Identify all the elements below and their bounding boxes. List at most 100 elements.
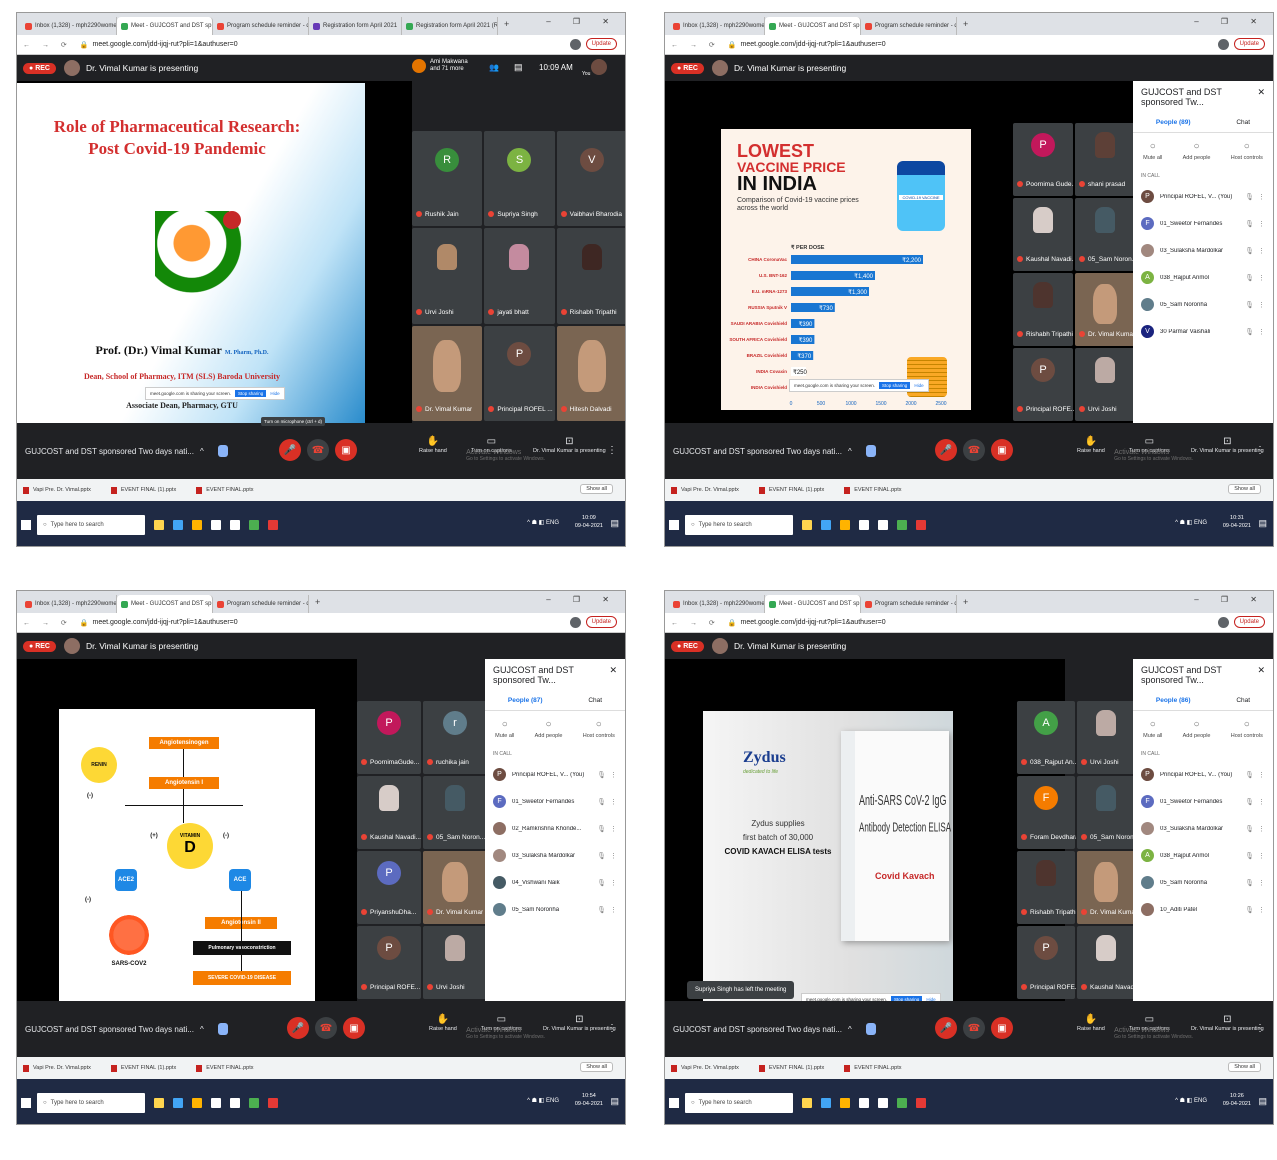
- mic-toggle-button[interactable]: 🎤: [287, 1017, 309, 1039]
- people-list-item[interactable]: P Principal ROFEL, V... (You) 🎙 ⋮: [1133, 183, 1273, 210]
- mic-muted-icon[interactable]: 🎙: [597, 906, 606, 914]
- security-shield-icon[interactable]: [865, 445, 876, 457]
- meeting-name[interactable]: GUJCOST and DST sponsored Two days nati.…: [673, 447, 842, 456]
- nav-arrows-icon[interactable]: ← → ⟳: [671, 41, 720, 49]
- mic-muted-icon[interactable]: 🎙: [1245, 825, 1254, 833]
- window-controls[interactable]: – ❐ ✕: [1194, 595, 1267, 604]
- taskbar-app-icon[interactable]: [916, 1097, 926, 1108]
- participant-tile[interactable]: Urvi Joshi: [412, 228, 483, 324]
- windows-start-icon[interactable]: [21, 1097, 31, 1108]
- nav-arrows-icon[interactable]: ← → ⟳: [23, 41, 72, 49]
- mic-toggle-button[interactable]: 🎤: [279, 439, 301, 461]
- mute-all-button[interactable]: Mute all: [1143, 719, 1162, 739]
- update-button[interactable]: Update: [585, 38, 617, 50]
- people-list-item[interactable]: F 01_Sweetor Fernandes 🎙 ⋮: [1133, 210, 1273, 237]
- taskbar-clock[interactable]: 10:26 09-04-2021: [1223, 1093, 1251, 1108]
- participant-tile[interactable]: Urvi Joshi: [1077, 701, 1135, 774]
- host-controls-button[interactable]: Host controls: [583, 719, 615, 739]
- mute-all-button[interactable]: Mute all: [1143, 141, 1162, 161]
- browser-tab[interactable]: Registration form April 2021: [309, 17, 403, 35]
- taskbar-search-box[interactable]: ○ Type here to search: [685, 1092, 793, 1113]
- participant-tile[interactable]: shani prasad: [1075, 123, 1135, 196]
- browser-tab[interactable]: Inbox (1,328) - mph2290women@: [21, 17, 117, 35]
- participant-tile[interactable]: Urvi Joshi: [1075, 348, 1135, 421]
- address-bar[interactable]: ← → ⟳ 🔒 meet.google.com/jdd-ijqj-rut?pli=1…: [17, 35, 625, 55]
- windows-start-icon[interactable]: [669, 1097, 679, 1108]
- taskbar-app-icon[interactable]: [840, 519, 850, 530]
- participant-tile[interactable]: R Rushik Jain: [412, 131, 483, 227]
- chevron-up-icon[interactable]: ^: [848, 447, 852, 456]
- chevron-up-icon[interactable]: ^: [200, 1025, 204, 1034]
- add-people-button[interactable]: Add people: [1183, 719, 1211, 739]
- tab-chat[interactable]: Chat: [1236, 119, 1250, 126]
- download-item[interactable]: EVENT FINAL (1).pptx: [759, 487, 824, 494]
- browser-tab[interactable]: Program schedule reminder - d: [213, 17, 309, 35]
- mic-muted-icon[interactable]: 🎙: [597, 771, 606, 779]
- security-shield-icon[interactable]: [217, 1023, 228, 1035]
- browser-tab[interactable]: Inbox (1,328) - mph2290women@: [21, 595, 117, 613]
- taskbar-app-icon[interactable]: [230, 1097, 240, 1108]
- add-people-button[interactable]: Add people: [535, 719, 563, 739]
- browser-tab[interactable]: Inbox (1,328) - mph2290women@: [669, 595, 765, 613]
- more-options-icon[interactable]: ⋮: [1258, 193, 1265, 201]
- taskbar-app-icon[interactable]: [802, 1097, 812, 1108]
- show-all-button[interactable]: Show all: [1228, 484, 1261, 494]
- participant-tile[interactable]: P Poornima Gude...: [1013, 123, 1074, 196]
- download-item[interactable]: EVENT FINAL.pptx: [196, 1065, 253, 1072]
- taskbar-app-icon[interactable]: [821, 519, 831, 530]
- taskbar-search-box[interactable]: ○ Type here to search: [37, 514, 145, 535]
- participant-tile[interactable]: Dr. Vimal Kumar: [412, 325, 483, 421]
- presenting-button[interactable]: ⊡ Dr. Vimal Kumar is presenting: [543, 1013, 616, 1033]
- browser-tab[interactable]: Meet - GUJCOST and DST sp: [117, 17, 213, 35]
- tab-people[interactable]: People (89): [1156, 119, 1191, 126]
- taskbar-app-icon[interactable]: [802, 519, 812, 530]
- mic-toggle-button[interactable]: 🎤: [935, 1017, 957, 1039]
- more-options-icon[interactable]: ⋮: [1258, 798, 1265, 806]
- url-text[interactable]: meet.google.com/jdd-ijqj-rut?pli=1&authu…: [92, 619, 237, 626]
- download-item[interactable]: EVENT FINAL.pptx: [844, 487, 901, 494]
- participant-tile[interactable]: V Vaibhavi Bharodia: [556, 131, 625, 227]
- notification-icon[interactable]: ▤: [610, 1096, 619, 1107]
- address-bar[interactable]: ← → ⟳ 🔒 meet.google.com/jdd-ijqj-rut?pli=1…: [17, 613, 625, 633]
- mic-muted-icon[interactable]: 🎙: [597, 825, 606, 833]
- mic-muted-icon[interactable]: 🎙: [597, 879, 606, 887]
- people-list-item[interactable]: P Principal ROFEL, V... (You) 🎙 ⋮: [485, 761, 625, 788]
- participant-tile[interactable]: Urvi Joshi: [423, 926, 487, 999]
- more-options-icon[interactable]: ⋮: [1258, 906, 1265, 914]
- participant-tile[interactable]: A 038_Rajput An...: [1017, 701, 1076, 774]
- browser-tab[interactable]: Meet - GUJCOST and DST sp: [117, 595, 213, 613]
- more-options-icon[interactable]: ⋮: [610, 798, 617, 806]
- participant-tile[interactable]: P PoornimaGude...: [357, 701, 421, 774]
- taskbar-app-icon[interactable]: [211, 1097, 221, 1108]
- participant-tile[interactable]: Hitesh Dalvadi: [556, 325, 625, 421]
- taskbar-clock[interactable]: 10:54 09-04-2021: [575, 1093, 603, 1108]
- show-all-button[interactable]: Show all: [580, 1062, 613, 1072]
- mute-all-button[interactable]: Mute all: [495, 719, 514, 739]
- system-tray-icons[interactable]: ^ ☗ ◧ ENG: [527, 519, 559, 526]
- more-options-icon[interactable]: ⋮: [1258, 328, 1265, 336]
- participant-tile[interactable]: Dr. Vimal Kumar: [423, 851, 487, 924]
- security-shield-icon[interactable]: [217, 445, 228, 457]
- meeting-name[interactable]: GUJCOST and DST sponsored Two days nati.…: [25, 447, 194, 456]
- browser-tab[interactable]: Program schedule reminder - d: [861, 17, 957, 35]
- taskbar-clock[interactable]: 10:31 09-04-2021: [1223, 515, 1251, 530]
- browser-tab[interactable]: Meet - GUJCOST and DST sp: [765, 595, 861, 613]
- tab-chat[interactable]: Chat: [588, 697, 602, 704]
- participants-icon[interactable]: 👥: [489, 63, 499, 72]
- taskbar-app-icon[interactable]: [173, 519, 183, 530]
- raise-hand-button[interactable]: ✋ Raise hand: [1077, 1013, 1105, 1033]
- raise-hand-button[interactable]: ✋ Raise hand: [429, 1013, 457, 1033]
- mic-toggle-button[interactable]: 🎤: [935, 439, 957, 461]
- browser-tab[interactable]: Program schedule reminder - d: [213, 595, 309, 613]
- people-list-item[interactable]: F 01_Sweetor Fernandes 🎙 ⋮: [485, 788, 625, 815]
- people-list-item[interactable]: 05_Sam Noronha 🎙 ⋮: [1133, 291, 1273, 318]
- mic-muted-icon[interactable]: 🎙: [1245, 220, 1254, 228]
- browser-tab[interactable]: Registration form April 2021 (Re: [402, 17, 499, 35]
- taskbar-app-icon[interactable]: [897, 1097, 907, 1108]
- stop-sharing-button[interactable]: Stop sharing: [879, 382, 911, 389]
- profile-avatar[interactable]: [1218, 39, 1229, 50]
- hide-button[interactable]: Hide: [914, 383, 923, 388]
- more-options-icon[interactable]: ⋮: [607, 445, 617, 456]
- more-options-icon[interactable]: ⋮: [1258, 879, 1265, 887]
- attendees-summary[interactable]: Ami Makwana and 71 more: [412, 59, 478, 74]
